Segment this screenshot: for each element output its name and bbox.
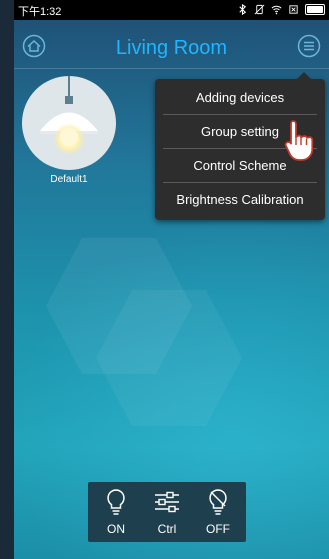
menu-item-brightness-calibration[interactable]: Brightness Calibration [163,183,317,216]
bluetooth-icon [239,4,247,15]
status-bar: 下午1:32 [14,0,329,20]
menu-icon[interactable] [297,34,321,58]
ctrl-label: Ctrl [157,522,177,536]
sliders-icon [155,491,179,513]
sim-off-icon [289,5,298,14]
status-time: 下午1:32 [18,6,62,18]
lamp-avatar [22,76,116,170]
page-title: Living Room [115,37,228,59]
off-label: OFF [206,522,230,536]
hand-pointer-icon [284,120,314,161]
lamp-icon [40,76,98,155]
ctrl-button[interactable]: Ctrl [147,488,187,536]
menu-item-adding-devices[interactable]: Adding devices [163,81,317,114]
wifi-icon [271,5,282,15]
status-icons [237,4,325,15]
app-screen: 下午1:32 Living Room Default1 Adding devic… [14,0,329,559]
control-bar: ON Ctrl OFF [88,482,246,542]
bulb-off-icon [209,489,227,515]
vibrate-mute-icon [254,4,265,15]
battery-icon [305,4,325,15]
device-name: Default1 [50,174,88,185]
device-tile[interactable]: Default1 [22,76,116,185]
bulb-on-icon [107,489,125,515]
on-button[interactable]: ON [96,488,136,536]
on-label: ON [107,522,125,536]
title-bar: Living Room [14,20,329,69]
background-hexagon [96,290,242,426]
off-button[interactable]: OFF [198,488,238,536]
